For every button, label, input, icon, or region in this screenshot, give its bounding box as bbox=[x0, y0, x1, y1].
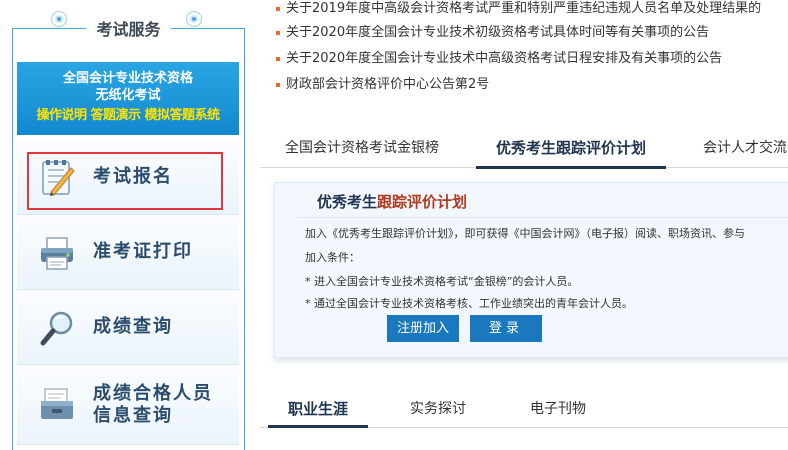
notice-link[interactable]: 关于2019年度中高级会计资格考试严重和特别严重违纪违规人员名单及处理结果的 bbox=[276, 0, 788, 22]
tracking-plan-panel: 优秀考生跟踪评价计划 加入《优秀考生跟踪评价计划》，即可获得《中国会计网》（电子… bbox=[274, 182, 788, 358]
bottom-tab-bar: 职业生涯 实务探讨 电子刊物 bbox=[260, 392, 788, 428]
login-button[interactable]: 登录 bbox=[470, 315, 542, 342]
tab-practice-discussion[interactable]: 实务探讨 bbox=[410, 392, 466, 426]
banner-line-2: 无纸化考试 bbox=[95, 88, 161, 103]
dot-ornament-icon bbox=[52, 12, 66, 26]
paperless-exam-banner[interactable]: 全国会计专业技术资格 无纸化考试 操作说明 答题演示 模拟答题系统 bbox=[17, 62, 239, 135]
notice-list: 关于2019年度中高级会计资格考试严重和特别严重违纪违规人员名单及处理结果的 关… bbox=[276, 0, 788, 100]
sidebar-header: 考试服务 bbox=[12, 10, 245, 46]
top-tab-bar: 全国会计资格考试金银榜 优秀考生跟踪评价计划 会计人才交流 bbox=[260, 128, 788, 169]
menu-label-qualified-info-query: 成绩合格人员 信息查询 bbox=[93, 383, 233, 427]
register-button[interactable]: 注册加入 bbox=[387, 315, 459, 342]
tab-tracking-plan[interactable]: 优秀考生跟踪评价计划 bbox=[475, 128, 667, 169]
menu-label-line-1: 成绩合格人员 bbox=[93, 382, 213, 404]
notice-link[interactable]: 关于2020年度全国会计专业技术中高级资格考试日程安排及有关事项的公告 bbox=[276, 48, 788, 74]
tab-career[interactable]: 职业生涯 bbox=[267, 392, 369, 428]
service-menu: 考试报名 准考证打印 成绩查询 成绩合格人员 信息查询 bbox=[17, 140, 239, 445]
menu-item-score-query[interactable]: 成绩查询 bbox=[17, 290, 239, 365]
menu-item-qualified-info-query[interactable]: 成绩合格人员 信息查询 bbox=[17, 365, 239, 445]
banner-links[interactable]: 操作说明 答题演示 模拟答题系统 bbox=[17, 106, 239, 125]
panel-title-part-2: 跟踪评价计划 bbox=[377, 193, 468, 211]
tab-e-publications[interactable]: 电子刊物 bbox=[530, 392, 586, 426]
main-content: 关于2019年度中高级会计资格考试严重和特别严重违纪违规人员名单及处理结果的 关… bbox=[260, 0, 788, 450]
panel-conditions-heading: 加入条件： bbox=[305, 251, 360, 264]
printer-icon bbox=[41, 237, 73, 270]
menu-item-admission-ticket-print[interactable]: 准考证打印 bbox=[17, 215, 239, 290]
panel-title-part-1: 优秀考生 bbox=[317, 193, 378, 211]
panel-condition-1: * 进入全国会计专业技术资格考试“金银榜”的会计人员。 bbox=[305, 275, 579, 288]
notice-link[interactable]: 财政部会计资格评价中心公告第2号 bbox=[276, 74, 788, 100]
magnifier-icon bbox=[40, 311, 73, 346]
panel-divider bbox=[297, 217, 788, 218]
notice-link[interactable]: 关于2020年度全国会计专业技术初级资格考试具体时间等有关事项的公告 bbox=[276, 22, 788, 48]
panel-title: 优秀考生跟踪评价计划 bbox=[317, 191, 467, 212]
menu-label-score-query: 成绩查询 bbox=[93, 316, 173, 337]
tab-talent-exchange[interactable]: 会计人才交流 bbox=[703, 128, 787, 168]
panel-intro-text: 加入《优秀考生跟踪评价计划》，即可获得《中国会计网》（电子报）阅读、职场资讯、参… bbox=[305, 227, 745, 240]
exam-registration-icon bbox=[42, 160, 75, 196]
panel-condition-2: * 通过全国会计专业技术资格考核、工作业绩突出的青年会计人员。 bbox=[305, 297, 633, 310]
menu-label-admission-ticket-print: 准考证打印 bbox=[93, 241, 193, 262]
menu-label-line-2: 信息查询 bbox=[93, 404, 173, 426]
banner-line-1: 全国会计专业技术资格 bbox=[62, 71, 193, 86]
dot-ornament-icon bbox=[187, 12, 201, 26]
menu-label-exam-registration: 考试报名 bbox=[93, 166, 173, 187]
tab-gold-silver-list[interactable]: 全国会计资格考试金银榜 bbox=[285, 128, 439, 168]
menu-item-exam-registration[interactable]: 考试报名 bbox=[17, 140, 239, 215]
archive-box-icon bbox=[41, 388, 73, 419]
sidebar-title: 考试服务 bbox=[86, 16, 171, 40]
sidebar: 考试服务 全国会计专业技术资格 无纸化考试 操作说明 答题演示 模拟答题系统 考… bbox=[0, 0, 258, 450]
